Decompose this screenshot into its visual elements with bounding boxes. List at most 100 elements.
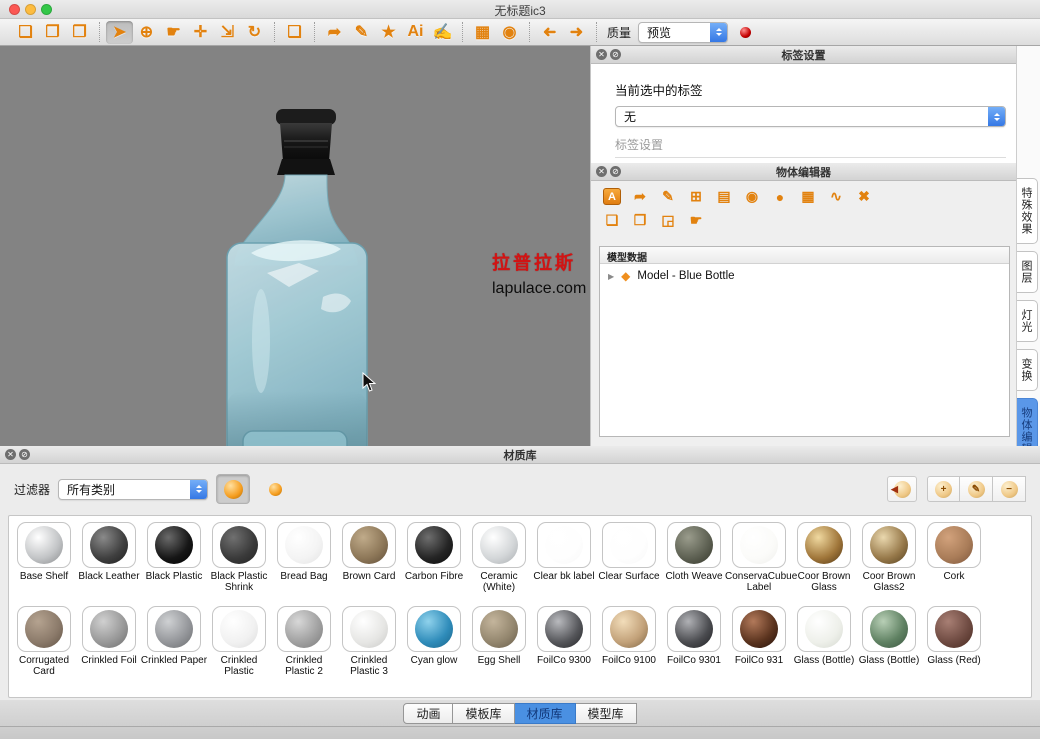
Egg Shell[interactable]: Egg Shell xyxy=(470,606,528,678)
Carbon Fibre[interactable]: Carbon Fibre xyxy=(405,522,463,594)
Crinkled Foil[interactable]: Crinkled Foil xyxy=(80,606,138,678)
tab-special-effects[interactable]: 特殊效果 xyxy=(1017,178,1038,244)
spline-button[interactable]: ∿ xyxy=(827,188,845,205)
toolbar-icon: ➦ xyxy=(328,22,341,42)
collapse-panel-button[interactable]: ⊘ xyxy=(610,49,621,60)
viewport-3d[interactable] xyxy=(0,46,590,446)
picker-add-button[interactable]: ☛ xyxy=(687,212,705,229)
Ceramic (White)[interactable]: Ceramic (White) xyxy=(470,522,528,594)
Black Plastic[interactable]: Black Plastic xyxy=(145,522,203,594)
disclosure-triangle-icon[interactable]: ▶ xyxy=(608,272,614,281)
edit-artwork-button[interactable]: ✎ xyxy=(348,21,375,44)
select-tool-button[interactable]: ➤ xyxy=(106,21,133,44)
current-label-select[interactable]: 无 xyxy=(615,106,1006,127)
zoom-tool-button[interactable]: ⊕ xyxy=(133,21,160,44)
apply-material-button[interactable]: ◀ xyxy=(887,476,917,502)
material-view-small-button[interactable] xyxy=(258,474,292,504)
ai-import-button[interactable]: Ai xyxy=(402,21,429,44)
close-panel-button[interactable]: ✕ xyxy=(596,49,607,60)
filter-select[interactable]: 所有类别 xyxy=(58,479,208,500)
add-material-button[interactable]: + xyxy=(927,476,960,502)
app-window: 无标题ic3 ❏❐❒ ➤⊕☛✛⇲↻ ❑ ➦✎★Ai✍ ▦◉ ➜➜ 质量 预览 xyxy=(0,0,1040,739)
tree-item-model[interactable]: ▶ ◆ Model - Blue Bottle xyxy=(600,264,1009,288)
Black Plastic Shrink[interactable]: Black Plastic Shrink xyxy=(210,522,268,594)
label-tag-button[interactable]: ➦ xyxy=(631,188,649,205)
materials-button[interactable]: ◉ xyxy=(743,188,761,205)
ConservaCubue Label[interactable]: ConservaCubue Label xyxy=(730,522,788,594)
Cyan glow[interactable]: Cyan glow xyxy=(405,606,463,678)
redo-button[interactable]: ➜ xyxy=(563,21,590,44)
Bread Bag[interactable]: Bread Bag xyxy=(275,522,333,594)
undo-button[interactable]: ➜ xyxy=(536,21,563,44)
quality-select[interactable]: 预览 xyxy=(638,22,728,43)
artwork-folder-button[interactable]: ✍ xyxy=(429,21,456,44)
Black Leather[interactable]: Black Leather xyxy=(80,522,138,594)
rotate-tool-button[interactable]: ↻ xyxy=(241,21,268,44)
tab-model-library[interactable]: 模型库 xyxy=(576,703,637,724)
tab-material-library[interactable]: 材质库 xyxy=(515,703,576,724)
Crinkled Paper[interactable]: Crinkled Paper xyxy=(145,606,203,678)
sphere-material-button[interactable]: ● xyxy=(771,188,789,205)
label-settings-panel: ✕ ⊘ 标签设置 当前选中的标签 无 标签设置 xyxy=(590,46,1016,163)
Glass (Bottle)[interactable]: Glass (Bottle) xyxy=(795,606,853,678)
add-object-button[interactable]: ⊞ xyxy=(687,188,705,205)
remove-material-button[interactable]: − xyxy=(993,476,1026,502)
tab-layers[interactable]: 图层 xyxy=(1017,251,1038,293)
pan-tool-button[interactable]: ☛ xyxy=(160,21,187,44)
Corrugated Card[interactable]: Corrugated Card xyxy=(15,606,73,678)
Base Shelf[interactable]: Base Shelf xyxy=(15,522,73,594)
edit-material-button[interactable]: ✎ xyxy=(960,476,993,502)
object-editor-icon: ✖ xyxy=(858,188,870,205)
scale-tool-button[interactable]: ⇲ xyxy=(214,21,241,44)
folder-button[interactable]: ❐ xyxy=(631,212,649,229)
tab-animation[interactable]: 动画 xyxy=(403,703,453,724)
Crinkled Plastic[interactable]: Crinkled Plastic xyxy=(210,606,268,678)
Cloth Weave[interactable]: Cloth Weave xyxy=(665,522,723,594)
uv-map-button[interactable]: ▦ xyxy=(799,188,817,205)
Coor Brown Glass2[interactable]: Coor Brown Glass2 xyxy=(860,522,918,594)
close-panel-button[interactable]: ✕ xyxy=(5,449,16,460)
material-sphere-icon xyxy=(740,526,778,564)
camera-snapshot-button[interactable]: ◉ xyxy=(496,21,523,44)
Brown Card[interactable]: Brown Card xyxy=(340,522,398,594)
Cork[interactable]: Cork xyxy=(925,522,983,594)
model-tree: 模型数据 ▶ ◆ Model - Blue Bottle xyxy=(599,246,1010,437)
move-tool-button[interactable]: ✛ xyxy=(187,21,214,44)
Coor Brown Glass[interactable]: Coor Brown Glass xyxy=(795,522,853,594)
effects-button[interactable]: ★ xyxy=(375,21,402,44)
material-name: Corrugated Card xyxy=(10,655,78,678)
delete-object-button[interactable]: ✖ xyxy=(855,188,873,205)
artwork-image-button[interactable]: A xyxy=(603,188,621,205)
close-panel-button[interactable]: ✕ xyxy=(596,166,607,177)
fit-view-button[interactable]: ❑ xyxy=(281,21,308,44)
tab-transform[interactable]: 变换 xyxy=(1017,349,1038,391)
new-document-button[interactable]: ❏ xyxy=(12,21,39,44)
FoilCo 9300[interactable]: FoilCo 9300 xyxy=(535,606,593,678)
collapse-panel-button[interactable]: ⊘ xyxy=(610,166,621,177)
FoilCo 9100[interactable]: FoilCo 9100 xyxy=(600,606,658,678)
material-view-large-button[interactable] xyxy=(216,474,250,504)
open-file-button[interactable]: ❐ xyxy=(39,21,66,44)
Crinkled Plastic 3[interactable]: Crinkled Plastic 3 xyxy=(340,606,398,678)
tab-template-library[interactable]: 模板库 xyxy=(453,703,514,724)
Glass (Bottle)[interactable]: Glass (Bottle) xyxy=(860,606,918,678)
collapse-panel-button[interactable]: ⊘ xyxy=(19,449,30,460)
new-folder-button[interactable]: ❏ xyxy=(603,212,621,229)
FoilCo 9301[interactable]: FoilCo 9301 xyxy=(665,606,723,678)
toolbar-icon: ➤ xyxy=(113,22,126,42)
material-name: Brown Card xyxy=(335,571,403,582)
object-editor-icon: ❏ xyxy=(606,212,619,229)
Clear bk label[interactable]: Clear bk label xyxy=(535,522,593,594)
image-button[interactable]: ◲ xyxy=(659,212,677,229)
render-image-button[interactable]: ▦ xyxy=(469,21,496,44)
save-button[interactable]: ❒ xyxy=(66,21,93,44)
edit-surface-button[interactable]: ✎ xyxy=(659,188,677,205)
object-editor-icon: ▦ xyxy=(801,188,814,205)
Glass (Red)[interactable]: Glass (Red) xyxy=(925,606,983,678)
label-tool-button[interactable]: ➦ xyxy=(321,21,348,44)
FoilCo 931[interactable]: FoilCo 931 xyxy=(730,606,788,678)
Clear Surface[interactable]: Clear Surface xyxy=(600,522,658,594)
panel-button[interactable]: ▤ xyxy=(715,188,733,205)
Crinkled Plastic 2[interactable]: Crinkled Plastic 2 xyxy=(275,606,333,678)
tab-lights[interactable]: 灯光 xyxy=(1017,300,1038,342)
